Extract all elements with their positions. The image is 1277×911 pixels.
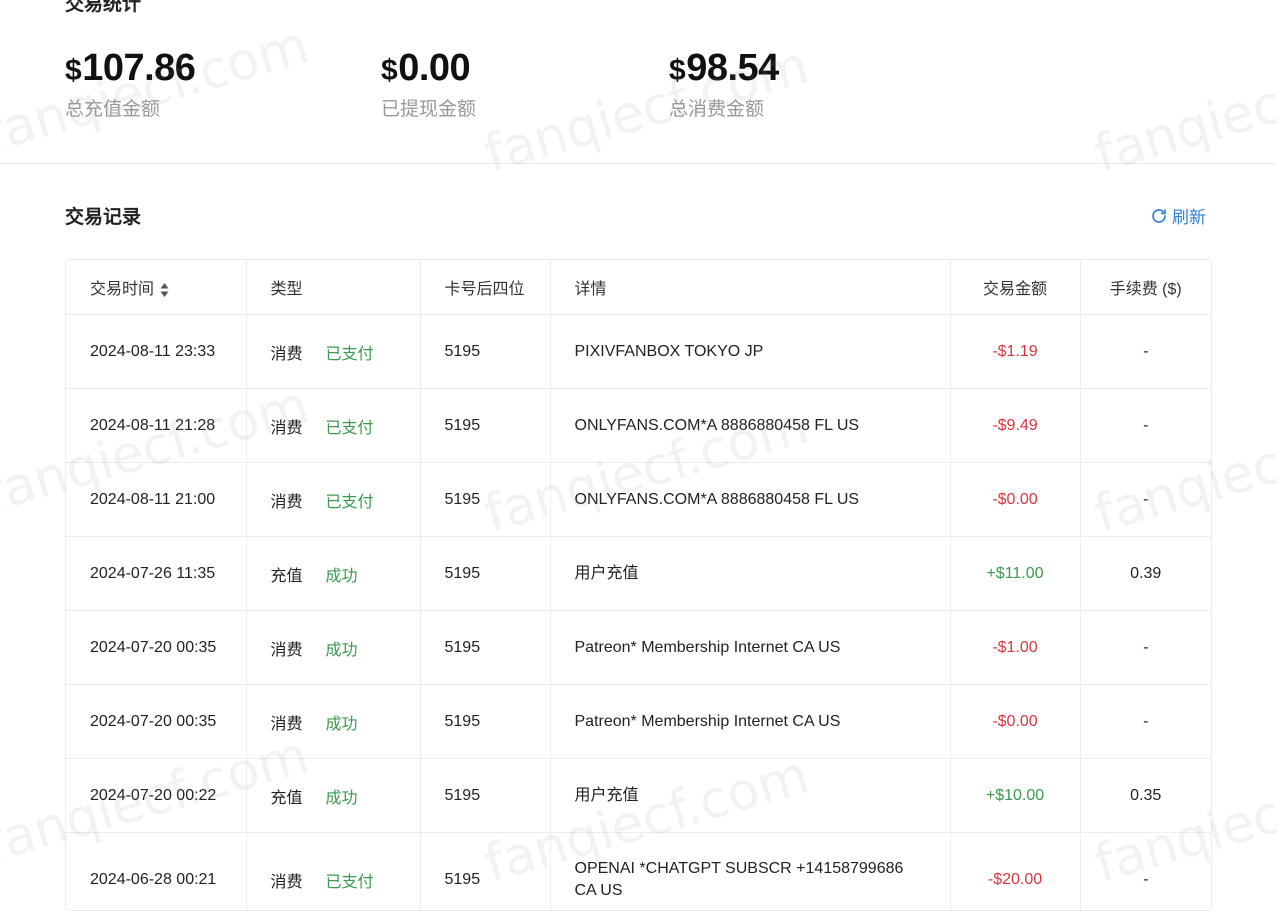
records-title: 交易记录 [65, 202, 141, 229]
column-header-detail: 详情 [550, 260, 950, 315]
cell-type: 消费已支付 [246, 463, 420, 537]
cell-detail: ONLYFANS.COM*A 8886880458 FL US [550, 463, 950, 537]
refresh-icon [1150, 207, 1168, 225]
status-badge: 成功 [326, 784, 358, 808]
cell-amount: -$0.00 [950, 463, 1080, 537]
cell-fee: 0.35 [1080, 759, 1211, 833]
table-row: 2024-07-20 00:35消费成功5195Patreon* Members… [66, 685, 1211, 759]
cell-detail: OPENAI *CHATGPT SUBSCR +14158799686 CA U… [550, 833, 950, 911]
status-badge: 成功 [326, 636, 358, 660]
cell-time: 2024-08-11 21:28 [66, 389, 246, 463]
cell-type: 消费成功 [246, 611, 420, 685]
cell-time: 2024-07-20 00:22 [66, 759, 246, 833]
cell-type: 充值成功 [246, 759, 420, 833]
cell-card: 5195 [420, 833, 550, 911]
stats-card: 交易统计 $107.86 总充值金额 $0.00 已提现金额 $98.54 总消… [0, 0, 1277, 164]
cell-detail: 用户充值 [550, 759, 950, 833]
cell-fee: - [1080, 463, 1211, 537]
column-header-fee: 手续费 ($) [1080, 260, 1211, 315]
cell-type: 消费已支付 [246, 833, 420, 911]
stat-label: 总充值金额 [65, 99, 195, 121]
cell-time: 2024-07-20 00:35 [66, 685, 246, 759]
cell-type: 充值成功 [246, 537, 420, 611]
currency-symbol: $ [669, 54, 685, 87]
cell-time: 2024-07-26 11:35 [66, 537, 246, 611]
refresh-label: 刷新 [1172, 203, 1206, 228]
cell-amount: +$11.00 [950, 537, 1080, 611]
table-row: 2024-06-28 00:21消费已支付5195OPENAI *CHATGPT… [66, 833, 1211, 911]
cell-card: 5195 [420, 611, 550, 685]
cell-detail: ONLYFANS.COM*A 8886880458 FL US [550, 389, 950, 463]
stat-label: 总消费金额 [669, 99, 779, 121]
cell-fee: - [1080, 685, 1211, 759]
cell-amount: -$9.49 [950, 389, 1080, 463]
column-header-time[interactable]: 交易时间 [66, 260, 246, 315]
table-row: 2024-07-20 00:22充值成功5195用户充值+$10.000.35 [66, 759, 1211, 833]
table-row: 2024-08-11 21:00消费已支付5195ONLYFANS.COM*A … [66, 463, 1211, 537]
cell-time: 2024-08-11 21:00 [66, 463, 246, 537]
cell-detail: 用户充值 [550, 537, 950, 611]
cell-detail: Patreon* Membership Internet CA US [550, 685, 950, 759]
cell-time: 2024-06-28 00:21 [66, 833, 246, 911]
stat-amount: 107.86 [82, 47, 195, 89]
stat-amount: 0.00 [398, 47, 470, 89]
type-label: 消费 [271, 636, 326, 660]
type-label: 消费 [271, 488, 326, 512]
cell-fee: 0.39 [1080, 537, 1211, 611]
sort-icon[interactable] [160, 282, 169, 298]
status-badge: 已支付 [326, 340, 374, 364]
table-row: 2024-08-11 23:33消费已支付5195PIXIVFANBOX TOK… [66, 315, 1211, 389]
cell-amount: -$20.00 [950, 833, 1080, 911]
cell-card: 5195 [420, 389, 550, 463]
stat-withdrawn: $0.00 已提现金额 [381, 46, 476, 121]
stats-title: 交易统计 [65, 0, 141, 16]
table-row: 2024-08-11 21:28消费已支付5195ONLYFANS.COM*A … [66, 389, 1211, 463]
cell-fee: - [1080, 315, 1211, 389]
status-badge: 成功 [326, 710, 358, 734]
cell-card: 5195 [420, 463, 550, 537]
refresh-button[interactable]: 刷新 [1150, 203, 1206, 228]
table-row: 2024-07-26 11:35充值成功5195用户充值+$11.000.39 [66, 537, 1211, 611]
type-label: 消费 [271, 414, 326, 438]
status-badge: 已支付 [326, 868, 374, 892]
cell-fee: - [1080, 833, 1211, 911]
stat-amount: 98.54 [686, 47, 779, 89]
column-header-amount: 交易金额 [950, 260, 1080, 315]
cell-fee: - [1080, 389, 1211, 463]
cell-card: 5195 [420, 537, 550, 611]
currency-symbol: $ [381, 54, 397, 87]
cell-amount: +$10.00 [950, 759, 1080, 833]
stat-total-recharge: $107.86 总充值金额 [65, 46, 195, 121]
cell-amount: -$1.00 [950, 611, 1080, 685]
cell-detail: PIXIVFANBOX TOKYO JP [550, 315, 950, 389]
status-badge: 成功 [326, 562, 358, 586]
cell-amount: -$1.19 [950, 315, 1080, 389]
cell-time: 2024-07-20 00:35 [66, 611, 246, 685]
transactions-table: 交易时间 类型 卡号后四位 详情 交易金额 手续费 ($) 2024-08-11… [65, 259, 1212, 911]
currency-symbol: $ [65, 54, 81, 87]
table-header-row: 交易时间 类型 卡号后四位 详情 交易金额 手续费 ($) [66, 260, 1211, 315]
stat-label: 已提现金额 [381, 99, 476, 121]
stat-total-spent: $98.54 总消费金额 [669, 46, 779, 121]
column-header-type: 类型 [246, 260, 420, 315]
type-label: 消费 [271, 710, 326, 734]
cell-detail: Patreon* Membership Internet CA US [550, 611, 950, 685]
type-label: 充值 [271, 784, 326, 808]
cell-type: 消费已支付 [246, 315, 420, 389]
table-row: 2024-07-20 00:35消费成功5195Patreon* Members… [66, 611, 1211, 685]
type-label: 充值 [271, 562, 326, 586]
cell-time: 2024-08-11 23:33 [66, 315, 246, 389]
status-badge: 已支付 [326, 488, 374, 512]
status-badge: 已支付 [326, 414, 374, 438]
cell-card: 5195 [420, 315, 550, 389]
cell-card: 5195 [420, 685, 550, 759]
cell-amount: -$0.00 [950, 685, 1080, 759]
cell-type: 消费成功 [246, 685, 420, 759]
cell-type: 消费已支付 [246, 389, 420, 463]
type-label: 消费 [271, 868, 326, 892]
type-label: 消费 [271, 340, 326, 364]
cell-card: 5195 [420, 759, 550, 833]
cell-fee: - [1080, 611, 1211, 685]
column-header-card: 卡号后四位 [420, 260, 550, 315]
